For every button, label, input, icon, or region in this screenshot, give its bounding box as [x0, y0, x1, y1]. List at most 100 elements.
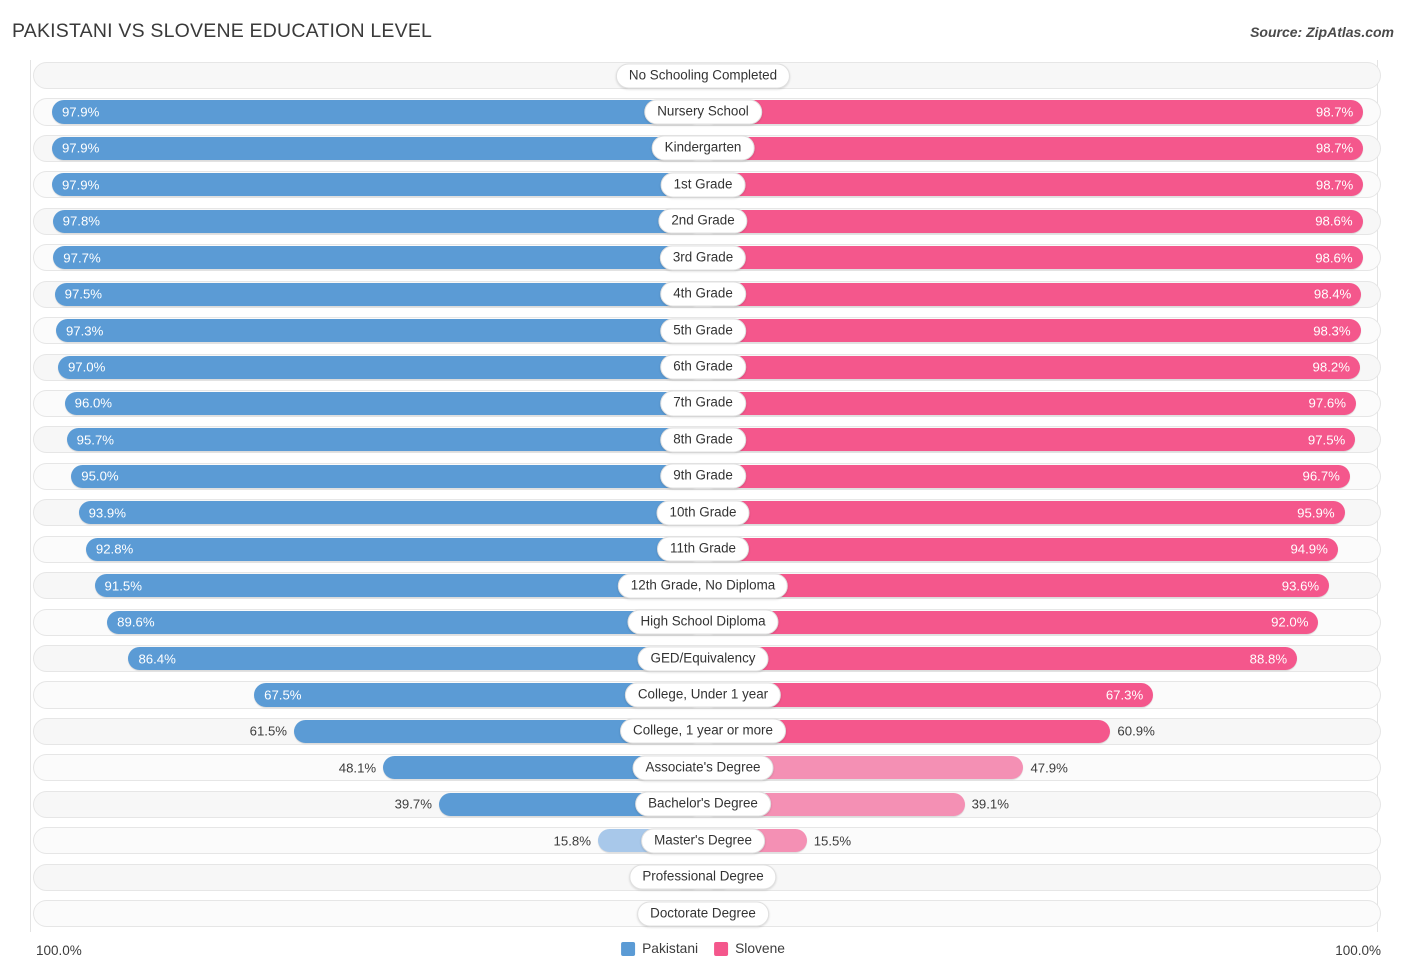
bar-value-slovene: 93.6% — [1281, 578, 1320, 594]
bar-value-pakistani: 97.8% — [62, 213, 101, 229]
bar-half-left: 95.7% — [38, 428, 703, 452]
bar-half-left: 97.7% — [38, 246, 703, 270]
bar-slovene[interactable]: 98.4% — [703, 282, 1362, 306]
bar-row: 89.6% 92.0% High School Diploma — [12, 607, 1394, 638]
bar-half-left: 92.8% — [38, 537, 703, 561]
bar-value-slovene: 97.6% — [1308, 395, 1346, 411]
bar-pakistani[interactable]: 97.9% — [51, 173, 703, 197]
category-label: Master's Degree — [641, 828, 765, 854]
bar-half-right: 98.4% — [703, 282, 1372, 306]
bar-half-left: 97.8% — [38, 209, 703, 233]
bar-value-pakistani: 39.7% — [394, 796, 432, 812]
bar-slovene[interactable]: 98.6% — [703, 209, 1363, 233]
bar-value-pakistani: 86.4% — [138, 651, 176, 667]
bar-pakistani[interactable]: 92.8% — [85, 537, 703, 561]
bar-value-slovene: 94.9% — [1290, 541, 1328, 557]
bar-row: 95.7% 97.5% 8th Grade — [12, 424, 1394, 455]
bar-row: 61.5% 60.9% College, 1 year or more — [12, 716, 1394, 747]
category-label: 7th Grade — [660, 390, 746, 417]
bar-half-right: 60.9% — [703, 719, 1372, 743]
bar-pakistani[interactable]: 97.9% — [51, 100, 703, 124]
bar-half-right: 97.5% — [703, 428, 1372, 452]
bar-slovene[interactable]: 93.6% — [703, 574, 1330, 598]
category-label: 10th Grade — [656, 500, 750, 526]
bar-value-pakistani: 61.5% — [249, 723, 288, 739]
bar-pakistani[interactable]: 97.0% — [57, 355, 703, 379]
category-label: 1st Grade — [660, 172, 746, 198]
category-label: GED/Equivalency — [637, 646, 769, 672]
bar-slovene[interactable]: 88.8% — [703, 647, 1298, 671]
bar-slovene[interactable]: 97.5% — [703, 428, 1356, 452]
bar-half-left: 97.0% — [38, 355, 703, 379]
legend-label: Pakistani — [642, 941, 699, 956]
bar-row: 97.3% 98.3% 5th Grade — [12, 315, 1394, 346]
bar-pakistani[interactable]: 89.6% — [107, 610, 703, 634]
bar-half-right: 88.8% — [703, 647, 1372, 671]
bar-row: 97.5% 98.4% 4th Grade — [12, 279, 1394, 310]
bar-slovene[interactable]: 92.0% — [703, 610, 1319, 634]
bar-value-pakistani: 97.3% — [65, 323, 104, 339]
bar-slovene[interactable]: 98.6% — [703, 246, 1363, 270]
bar-half-left: 39.7% — [38, 792, 703, 816]
bar-pakistani[interactable]: 95.0% — [71, 464, 703, 488]
bar-pakistani[interactable]: 93.9% — [78, 501, 703, 525]
bar-half-left: 61.5% — [38, 719, 703, 743]
bar-value-pakistani: 96.0% — [74, 395, 113, 411]
bar-value-slovene: 98.4% — [1313, 286, 1352, 302]
bar-value-pakistani: 97.0% — [67, 359, 106, 375]
bar-row: 91.5% 93.6% 12th Grade, No Diploma — [12, 570, 1394, 601]
bar-pakistani[interactable]: 97.3% — [55, 319, 703, 343]
bar-value-pakistani: 91.5% — [104, 578, 142, 594]
page-title: PAKISTANI VS SLOVENE EDUCATION LEVEL — [12, 20, 433, 42]
bar-row: 97.9% 98.7% Nursery School — [12, 96, 1394, 127]
bar-slovene[interactable]: 94.9% — [703, 537, 1338, 561]
bar-half-right: 98.7% — [703, 100, 1372, 124]
bar-slovene[interactable]: 97.6% — [703, 391, 1356, 416]
bar-value-slovene: 98.7% — [1315, 140, 1354, 156]
bar-slovene[interactable]: 98.3% — [703, 319, 1361, 343]
bar-row: 96.0% 97.6% 7th Grade — [12, 388, 1394, 419]
bar-value-slovene: 98.7% — [1315, 177, 1354, 193]
bar-row: 15.8% 15.5% Master's Degree — [12, 825, 1394, 856]
bar-value-slovene: 39.1% — [971, 796, 1009, 812]
bar-half-left: 97.9% — [38, 173, 703, 197]
category-label: 5th Grade — [660, 318, 746, 344]
legend-swatch-icon — [714, 941, 729, 956]
bar-value-slovene: 98.2% — [1312, 359, 1350, 375]
bar-slovene[interactable]: 98.7% — [703, 100, 1364, 124]
bar-slovene[interactable]: 96.7% — [703, 464, 1350, 488]
category-label: No Schooling Completed — [615, 63, 791, 89]
bar-half-left: 86.4% — [38, 647, 703, 671]
bar-half-left: 89.6% — [38, 610, 703, 634]
bar-row: 86.4% 88.8% GED/Equivalency — [12, 643, 1394, 674]
bar-pakistani[interactable]: 95.7% — [66, 428, 703, 452]
bar-slovene[interactable]: 98.7% — [703, 136, 1364, 160]
bar-pakistani[interactable]: 97.5% — [54, 282, 703, 306]
bar-half-left: 91.5% — [38, 574, 703, 598]
bar-pakistani[interactable]: 97.8% — [52, 209, 703, 233]
bar-half-right: 98.3% — [703, 319, 1372, 343]
chart-plot-area: 2.1%1.4%No Schooling Completed 97.9% 98.7%… — [12, 60, 1394, 932]
bar-row: 67.5% 67.3% College, Under 1 year — [12, 679, 1394, 710]
bar-value-slovene: 88.8% — [1249, 651, 1288, 667]
bar-half-right: 98.7% — [703, 173, 1372, 197]
bar-half-right: 1.4% — [703, 64, 1372, 88]
bar-pakistani[interactable]: 91.5% — [94, 574, 703, 598]
bar-slovene[interactable]: 95.9% — [703, 501, 1345, 525]
bar-value-pakistani: 15.8% — [553, 833, 591, 849]
bar-half-right: 94.9% — [703, 537, 1372, 561]
bar-slovene[interactable]: 98.2% — [703, 355, 1360, 379]
bar-value-pakistani: 92.8% — [95, 541, 134, 557]
bar-pakistani[interactable]: 86.4% — [128, 647, 703, 671]
bar-value-pakistani: 95.0% — [81, 468, 119, 484]
axis-max-label: 100.0% — [1335, 943, 1381, 958]
bar-slovene[interactable]: 98.7% — [703, 173, 1364, 197]
category-label: College, Under 1 year — [624, 682, 782, 708]
category-label: 2nd Grade — [658, 208, 748, 234]
bar-half-left: 97.5% — [38, 282, 703, 306]
bar-pakistani[interactable]: 96.0% — [64, 391, 703, 416]
bar-pakistani[interactable]: 97.9% — [51, 136, 703, 160]
bar-half-left: 2.0% — [38, 902, 703, 926]
bar-half-right: 93.6% — [703, 574, 1372, 598]
bar-pakistani[interactable]: 97.7% — [53, 246, 703, 270]
